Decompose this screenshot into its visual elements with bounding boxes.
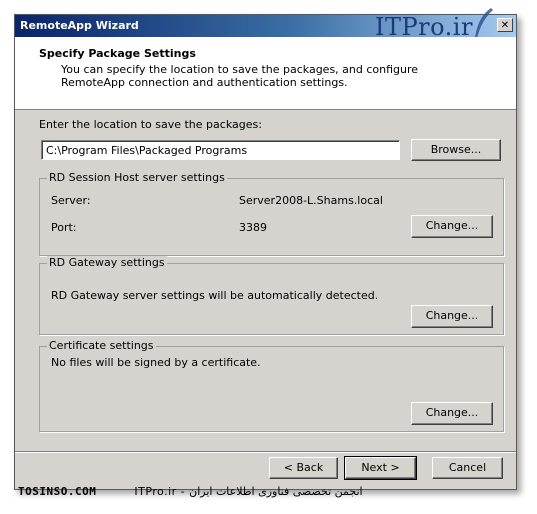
watermark-right: ITPro.ir - انجمن تخصصی فناوری اطلاعات ای… — [134, 485, 363, 498]
certificate-group: Certificate settings No files will be si… — [39, 339, 504, 432]
certificate-change-button[interactable]: Change... — [411, 402, 493, 425]
server-value: Server2008-L.Shams.local — [239, 194, 383, 207]
port-value: 3389 — [239, 221, 267, 234]
certificate-text: No files will be signed by a certificate… — [51, 356, 261, 369]
rd-gateway-group: RD Gateway settings RD Gateway server se… — [39, 256, 504, 335]
close-button[interactable]: ✕ — [497, 18, 513, 32]
quill-icon — [472, 8, 493, 41]
rd-session-change-button[interactable]: Change... — [411, 215, 493, 238]
certificate-legend: Certificate settings — [47, 339, 156, 352]
back-button[interactable]: < Back — [269, 457, 338, 479]
rd-gateway-legend: RD Gateway settings — [47, 256, 167, 269]
footer-divider — [15, 451, 516, 453]
next-button[interactable]: Next > — [344, 456, 417, 480]
rd-session-host-legend: RD Session Host server settings — [47, 171, 227, 184]
remoteapp-wizard-window: RemoteApp Wizard ITPro.ir ✕ Specify Pack… — [14, 8, 517, 490]
location-label: Enter the location to save the packages: — [39, 118, 262, 131]
rd-session-host-group: RD Session Host server settings Server: … — [39, 171, 504, 256]
page-description: You can specify the location to save the… — [61, 63, 419, 89]
title-bar[interactable]: RemoteApp Wizard ITPro.ir ✕ — [15, 8, 516, 41]
package-location-input[interactable] — [41, 140, 400, 160]
wizard-header: Specify Package Settings You can specify… — [15, 37, 516, 110]
cancel-button[interactable]: Cancel — [432, 457, 503, 479]
server-label: Server: — [51, 194, 91, 207]
watermark-left: TOSINSO.COM — [18, 485, 97, 498]
close-icon: ✕ — [500, 20, 510, 31]
rd-gateway-text: RD Gateway server settings will be autom… — [51, 289, 379, 302]
rd-gateway-change-button[interactable]: Change... — [411, 305, 493, 328]
browse-button[interactable]: Browse... — [411, 139, 501, 161]
window-title: RemoteApp Wizard — [20, 19, 139, 32]
port-label: Port: — [51, 221, 77, 234]
page-title: Specify Package Settings — [39, 47, 196, 60]
watermark: TOSINSO.COM ITPro.ir - انجمن تخصصی فناور… — [18, 485, 363, 498]
